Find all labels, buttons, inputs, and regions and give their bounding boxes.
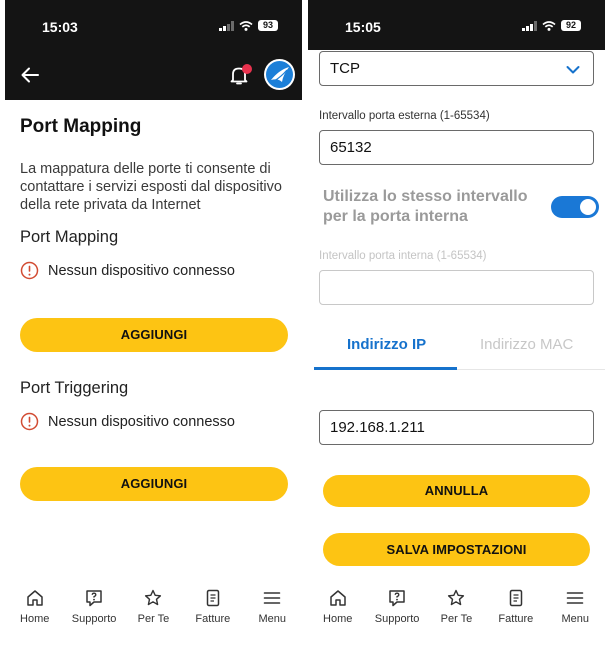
ip-address-value: 192.168.1.211 [330, 419, 425, 436]
status-icons: 93 [219, 20, 278, 31]
battery-icon: 92 [561, 20, 581, 31]
protocol-select-value: TCP [330, 60, 360, 77]
nav-item-home[interactable]: Home [309, 588, 367, 634]
nav-item-per-te[interactable]: Per Te [427, 588, 485, 634]
nav-item-home[interactable]: Home [6, 588, 64, 634]
status-time: 15:03 [42, 19, 78, 35]
wifi-icon [239, 20, 253, 31]
menu-icon [566, 592, 584, 604]
add-port-mapping-button[interactable]: AGGIUNGI [20, 318, 288, 352]
nav-label: Home [323, 613, 353, 625]
external-range-value: 65132 [330, 139, 372, 156]
star-icon [448, 589, 465, 606]
page-title: Port Mapping [20, 116, 142, 137]
home-icon [26, 590, 43, 606]
two-screenshots: 15:03 93 Port Mapping La mappatura delle… [0, 0, 610, 655]
port-mapping-empty-message: Nessun dispositivo connesso [20, 261, 235, 280]
port-mapping-message-text: Nessun dispositivo connesso [48, 262, 235, 279]
external-range-input[interactable]: 65132 [319, 130, 594, 165]
nav-label: Fatture [195, 613, 231, 625]
back-arrow-icon[interactable] [19, 64, 41, 86]
nav-item-fatture[interactable]: Fatture [184, 588, 242, 634]
nav-label: Home [20, 613, 50, 625]
internal-range-label: Intervallo porta interna (1-65534) [319, 250, 487, 262]
status-icons: 92 [522, 20, 581, 31]
cellular-signal-icon [522, 20, 537, 31]
status-bar: 15:05 92 [308, 0, 605, 50]
page-description: La mappatura delle porte ti consente di … [20, 161, 282, 213]
support-chat-icon [389, 590, 405, 607]
nav-label: Menu [258, 613, 287, 625]
port-mapping-heading: Port Mapping [20, 228, 119, 246]
home-icon [329, 590, 346, 606]
wifi-icon [542, 20, 556, 31]
star-icon [145, 589, 162, 606]
cellular-signal-icon [219, 20, 234, 31]
battery-icon: 93 [258, 20, 278, 31]
add-port-triggering-button[interactable]: AGGIUNGI [20, 467, 288, 501]
nav-label: Per Te [440, 613, 473, 625]
nav-item-menu[interactable]: Menu [243, 588, 301, 634]
chevron-down-icon [566, 66, 580, 74]
notification-badge [242, 64, 252, 74]
warning-icon [20, 261, 39, 280]
port-triggering-empty-message: Nessun dispositivo connesso [20, 412, 235, 431]
avatar-logo-icon [271, 67, 289, 82]
port-triggering-message-text: Nessun dispositivo connesso [48, 413, 235, 430]
nav-item-fatture[interactable]: Fatture [487, 588, 545, 634]
tab-mac-address[interactable]: Indirizzo MAC [480, 336, 573, 353]
support-chat-icon [86, 590, 102, 607]
port-mapping-screen: 15:03 93 Port Mapping La mappatura delle… [5, 0, 302, 655]
port-triggering-heading: Port Triggering [20, 379, 129, 397]
invoice-icon [509, 589, 523, 607]
status-time: 15:05 [345, 19, 381, 35]
nav-label: Supporto [374, 613, 420, 625]
tab-ip-address[interactable]: Indirizzo IP [347, 336, 426, 353]
bottom-nav: Home Supporto Per Te Fatture Menu [5, 588, 302, 634]
nav-label: Fatture [498, 613, 534, 625]
external-range-label: Intervallo porta esterna (1-65534) [319, 110, 490, 122]
tab-active-indicator [314, 367, 457, 370]
nav-item-support[interactable]: Supporto [368, 588, 426, 634]
avatar[interactable] [264, 59, 295, 90]
protocol-select[interactable]: TCP [319, 51, 594, 86]
menu-icon [263, 592, 281, 604]
port-form-screen: 15:05 92 TCP Intervallo porta esterna (1… [308, 0, 605, 655]
nav-label: Supporto [71, 613, 117, 625]
toggle-knob [580, 199, 596, 215]
nav-label: Menu [561, 613, 590, 625]
bottom-nav: Home Supporto Per Te Fatture Menu [308, 588, 605, 634]
internal-range-input[interactable] [319, 270, 594, 305]
save-settings-button[interactable]: SALVA IMPOSTAZIONI [323, 533, 590, 566]
nav-item-support[interactable]: Supporto [65, 588, 123, 634]
same-range-toggle-label: Utilizza lo stesso intervallo per la por… [323, 188, 528, 225]
app-bar [5, 50, 302, 100]
nav-label: Per Te [137, 613, 170, 625]
cancel-button[interactable]: ANNULLA [323, 475, 590, 507]
nav-item-menu[interactable]: Menu [546, 588, 604, 634]
invoice-icon [206, 589, 220, 607]
nav-item-per-te[interactable]: Per Te [124, 588, 182, 634]
warning-icon [20, 412, 39, 431]
status-bar: 15:03 93 [5, 0, 302, 50]
same-range-toggle[interactable] [551, 196, 599, 218]
ip-address-input[interactable]: 192.168.1.211 [319, 410, 594, 445]
